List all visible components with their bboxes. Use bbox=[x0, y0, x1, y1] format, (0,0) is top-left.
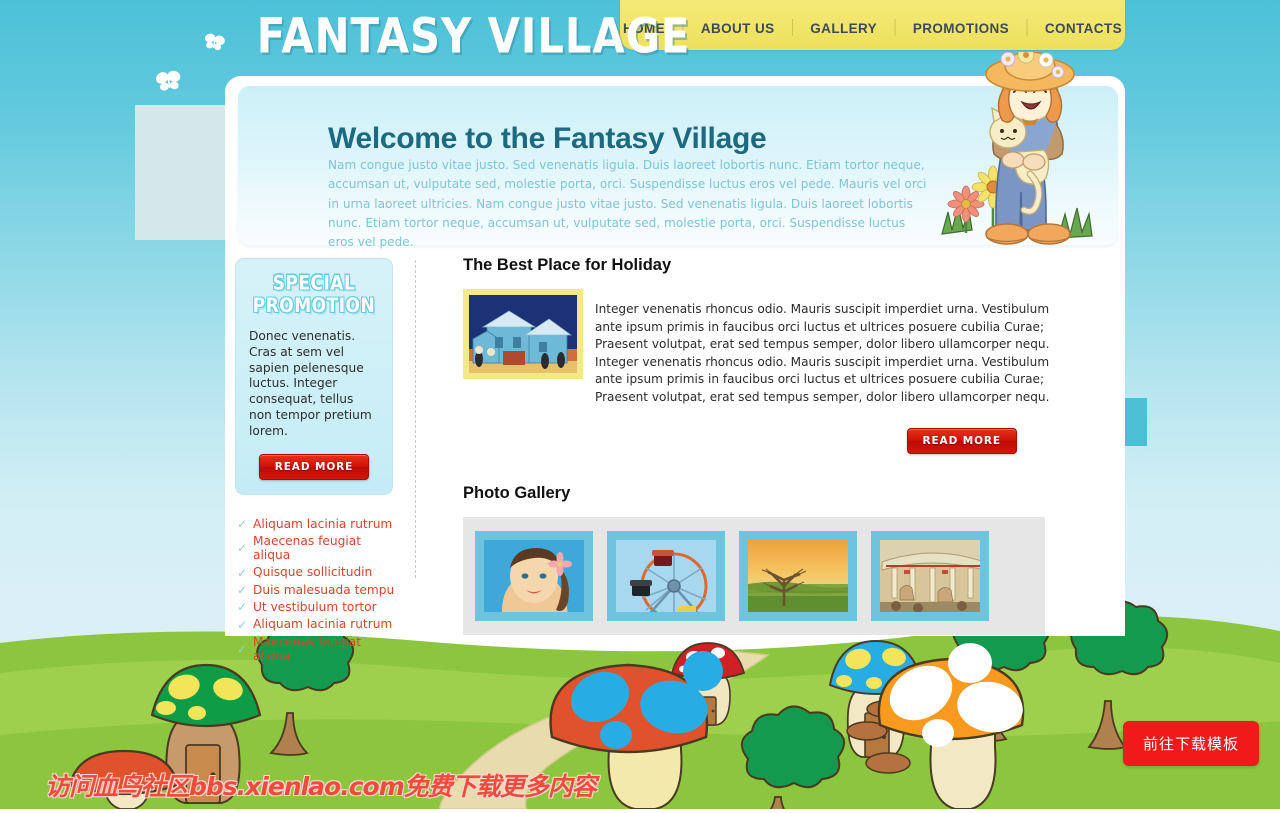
nav-contacts[interactable]: CONTACTS bbox=[1030, 21, 1137, 36]
list-item[interactable]: ✓ Aliquam lacinia rutrum bbox=[237, 517, 395, 534]
check-icon: ✓ bbox=[237, 541, 248, 556]
promotion-read-more-button[interactable]: READ MORE bbox=[258, 453, 370, 480]
holiday-paragraph: Integer venenatis rhoncus odio. Mauris s… bbox=[595, 302, 1050, 404]
promotion-text: Donec venenatis. Cras at sem vel sapien … bbox=[249, 329, 372, 438]
list-item[interactable]: ✓ Duis malesuada tempu bbox=[237, 583, 395, 600]
promotion-title-line2: PROMOTION bbox=[252, 295, 376, 318]
holiday-thumbnail[interactable] bbox=[463, 289, 583, 379]
gallery-thumbnail-girl[interactable] bbox=[475, 531, 593, 622]
main-navigation: HOME | ABOUT US | GALLERY | PROMOTIONS |… bbox=[620, 0, 1125, 50]
gallery-thumbnail-ferris-wheel[interactable] bbox=[607, 531, 725, 622]
list-item-label: Maecenas feugiat aliqua bbox=[253, 634, 361, 663]
list-item-label: Quisque sollicitudin bbox=[253, 565, 373, 580]
nav-about-us[interactable]: ABOUT US bbox=[686, 21, 790, 36]
gallery-thumbnail-carousel[interactable] bbox=[871, 531, 989, 622]
check-icon: ✓ bbox=[237, 600, 248, 615]
list-item[interactable]: ✓ Maecenas feugiat aliqua bbox=[237, 635, 395, 667]
gallery-thumbnail-image bbox=[748, 540, 848, 613]
navigation-bar: HOME | ABOUT US | GALLERY | PROMOTIONS |… bbox=[620, 0, 1125, 50]
holiday-button-row: READ MORE bbox=[463, 428, 1053, 455]
site-header: HOME | ABOUT US | GALLERY | PROMOTIONS |… bbox=[0, 0, 1280, 70]
list-item-label: Maecenas feugiat aliqua bbox=[253, 533, 361, 563]
gallery-thumbnail-image bbox=[880, 540, 980, 613]
content-area: SPECIAL PROMOTION Donec venenatis. Cras … bbox=[225, 256, 1125, 663]
check-icon: ✓ bbox=[237, 565, 248, 580]
list-item[interactable]: ✓ Maecenas feugiat aliqua bbox=[237, 534, 395, 566]
promotion-title-line1: SPECIAL bbox=[272, 272, 356, 295]
gallery-thumbnail-image bbox=[616, 540, 716, 613]
list-item[interactable]: ✓ Ut vestibulum tortor bbox=[237, 600, 395, 617]
gallery-thumbnail-sunset-tree[interactable] bbox=[739, 531, 857, 622]
download-template-button[interactable]: 前往下载模板 bbox=[1122, 721, 1259, 766]
check-icon: ✓ bbox=[237, 582, 248, 597]
list-item[interactable]: ✓ Quisque sollicitudin bbox=[237, 565, 395, 582]
photo-gallery bbox=[463, 517, 1045, 636]
list-item-label: Aliquam lacinia rutrum bbox=[253, 516, 393, 531]
watermark-text: 访问血鸟社区bbs.xienlao.com免费下载更多内容 bbox=[45, 772, 597, 801]
check-icon: ✓ bbox=[237, 516, 248, 531]
feature-checklist: ✓ Aliquam lacinia rutrum ✓ Maecenas feug… bbox=[237, 517, 395, 667]
sidebar: SPECIAL PROMOTION Donec venenatis. Cras … bbox=[235, 258, 395, 666]
holiday-section-title: The Best Place for Holiday bbox=[463, 256, 672, 274]
check-icon: ✓ bbox=[237, 617, 248, 632]
gallery-section-title: Photo Gallery bbox=[463, 484, 571, 503]
list-item-label: Aliquam lacinia rutrum bbox=[253, 617, 393, 632]
column-divider bbox=[415, 260, 416, 578]
special-promotion-box: SPECIAL PROMOTION Donec venenatis. Cras … bbox=[235, 258, 393, 495]
gallery-section: Photo Gallery bbox=[463, 484, 1053, 636]
butterfly-icon bbox=[153, 68, 184, 99]
site-logo[interactable]: FANTASY VILLAGE bbox=[257, 9, 691, 65]
mascot-girl-with-cat-illustration bbox=[930, 46, 1130, 257]
promotion-title: SPECIAL PROMOTION bbox=[248, 272, 380, 318]
holiday-read-more-button[interactable]: READ MORE bbox=[906, 428, 1017, 455]
list-item-label: Duis malesuada tempu bbox=[253, 582, 395, 597]
list-item-label: Ut vestibulum tortor bbox=[253, 600, 377, 615]
holiday-section: Integer venenatis rhoncus odio. Mauris s… bbox=[463, 289, 1053, 418]
nav-gallery[interactable]: GALLERY bbox=[795, 21, 892, 36]
check-icon: ✓ bbox=[237, 641, 248, 656]
gallery-thumbnail-image bbox=[484, 540, 584, 613]
page-title: Welcome to the Fantasy Village bbox=[328, 122, 767, 156]
nav-promotions[interactable]: PROMOTIONS bbox=[898, 21, 1024, 36]
hero-paragraph: Nam congue justo vitae justo. Sed venena… bbox=[328, 158, 927, 250]
main-column: The Best Place for Holiday Integer venen… bbox=[463, 256, 1053, 636]
list-item[interactable]: ✓ Aliquam lacinia rutrum bbox=[237, 617, 395, 634]
